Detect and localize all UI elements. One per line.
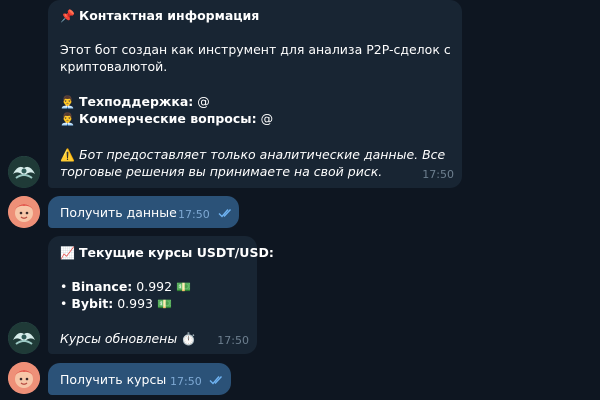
bybit-label: Bybit: [71, 296, 114, 311]
message-get-rates[interactable]: Получить курсы 17:50 [48, 363, 231, 395]
bot-avatar-image [8, 156, 40, 188]
binance-row: • Binance: 0.992 💵 [60, 279, 192, 294]
rates-title: 📈 Текущие курсы USDT/USD: [60, 244, 274, 262]
bot-avatar[interactable] [8, 322, 40, 354]
message-title: 📌 Контактная информация [60, 7, 259, 25]
binance-label: Binance: [71, 279, 133, 294]
message-time: 17:50 [170, 375, 202, 388]
warning-line-2: торговые решения вы принимаете на свой р… [60, 163, 382, 180]
message-contact-info[interactable]: 📌 Контактная информация Этот бот создан к… [48, 0, 462, 188]
warning-text-2: торговые решения вы принимаете на свой р… [60, 164, 383, 179]
money-icon: 💵 [176, 280, 192, 294]
chat-history: 📌 Контактная информация Этот бот создан к… [0, 0, 600, 400]
message-time: 17:50 [178, 208, 210, 221]
user-avatar[interactable] [8, 196, 40, 228]
pushpin-icon: 📌 [60, 9, 75, 23]
read-checks-icon [209, 376, 223, 385]
money-icon: 💵 [157, 297, 172, 311]
description-line-1: Этот бот создан как инструмент для анали… [60, 42, 451, 57]
message-time: 17:50 [217, 334, 249, 347]
message-rates[interactable]: 📈 Текущие курсы USDT/USD: • Binance: 0.99… [48, 236, 274, 354]
warning-icon: ⚠️ [60, 148, 75, 162]
binance-value: 0.992 [132, 279, 173, 294]
commercial-label: Коммерческие вопросы: [79, 111, 257, 126]
user-avatar-image [8, 196, 40, 228]
user-avatar-image [8, 362, 40, 394]
updated-text: Курсы обновлены [60, 331, 178, 346]
commercial-handle[interactable]: @ [257, 111, 274, 126]
bybit-value: 0.993 [113, 296, 154, 311]
commercial-row: 👨‍💼 Коммерческие вопросы: @ [60, 110, 273, 128]
chart-increasing-icon: 📈 [60, 246, 75, 260]
bot-avatar-image [8, 322, 40, 354]
message-time: 17:50 [422, 168, 454, 181]
message-get-data[interactable]: Получить данные 17:50 [48, 196, 239, 228]
warning-line-1: ⚠️ Бот предоставляет только аналитические… [60, 146, 445, 164]
commercial-person-icon: 👨‍💼 [60, 112, 75, 126]
message-text: Получить данные [60, 205, 177, 220]
support-person-icon: 👨‍💼 [60, 95, 75, 109]
support-row: 👨‍💼 Техподдержка: @ [60, 93, 210, 111]
rates-title-text: Текущие курсы USDT/USD: [79, 245, 274, 260]
read-checks-icon [218, 209, 232, 218]
updated-row: Курсы обновлены ⏱️ [60, 330, 200, 348]
user-avatar[interactable] [8, 362, 40, 394]
bot-avatar[interactable] [8, 156, 40, 188]
support-handle[interactable]: @ [193, 94, 210, 109]
message-text: Получить курсы [60, 372, 167, 387]
description-line-2: криптовалютой. [60, 59, 168, 74]
bybit-row: • Bybit: 0.993 💵 [60, 296, 172, 311]
support-label: Техподдержка: [79, 94, 194, 109]
warning-text-1: Бот предоставляет только аналитические д… [79, 147, 446, 162]
contact-title: Контактная информация [79, 8, 260, 23]
stopwatch-icon: ⏱️ [181, 332, 197, 346]
